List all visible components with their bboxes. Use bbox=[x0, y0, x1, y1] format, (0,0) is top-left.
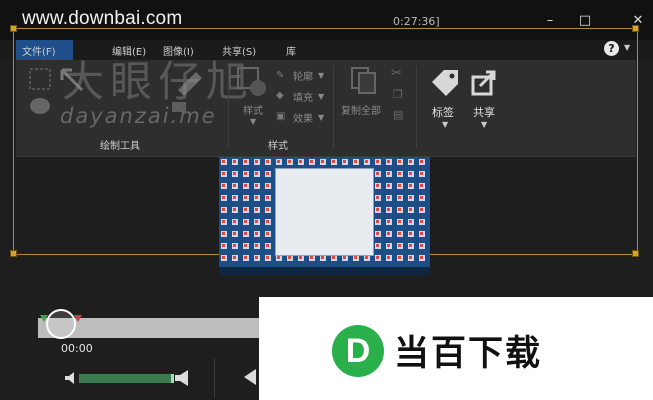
brand-logo-icon: D bbox=[332, 325, 384, 377]
window-title-time: 0:27:36] bbox=[393, 15, 440, 28]
resize-handle[interactable] bbox=[10, 250, 17, 257]
playhead-handle[interactable] bbox=[46, 309, 76, 339]
preview-explorer-window bbox=[275, 168, 374, 256]
volume-high-icon[interactable] bbox=[174, 369, 190, 387]
player-divider bbox=[214, 358, 215, 398]
rewind-icon[interactable] bbox=[242, 368, 258, 386]
resize-handle[interactable] bbox=[10, 25, 17, 32]
maximize-button[interactable]: □ bbox=[573, 13, 597, 28]
volume-slider[interactable] bbox=[79, 374, 174, 383]
watermark-url: www.downbai.com bbox=[22, 8, 183, 29]
minimize-button[interactable]: – bbox=[538, 13, 562, 28]
resize-handle[interactable] bbox=[632, 250, 639, 257]
resize-handle[interactable] bbox=[632, 25, 639, 32]
current-time: 00:00 bbox=[61, 342, 93, 355]
brand-name: 当百下载 bbox=[394, 334, 543, 374]
volume-low-icon[interactable] bbox=[64, 371, 76, 385]
captured-image-preview[interactable] bbox=[219, 157, 430, 275]
